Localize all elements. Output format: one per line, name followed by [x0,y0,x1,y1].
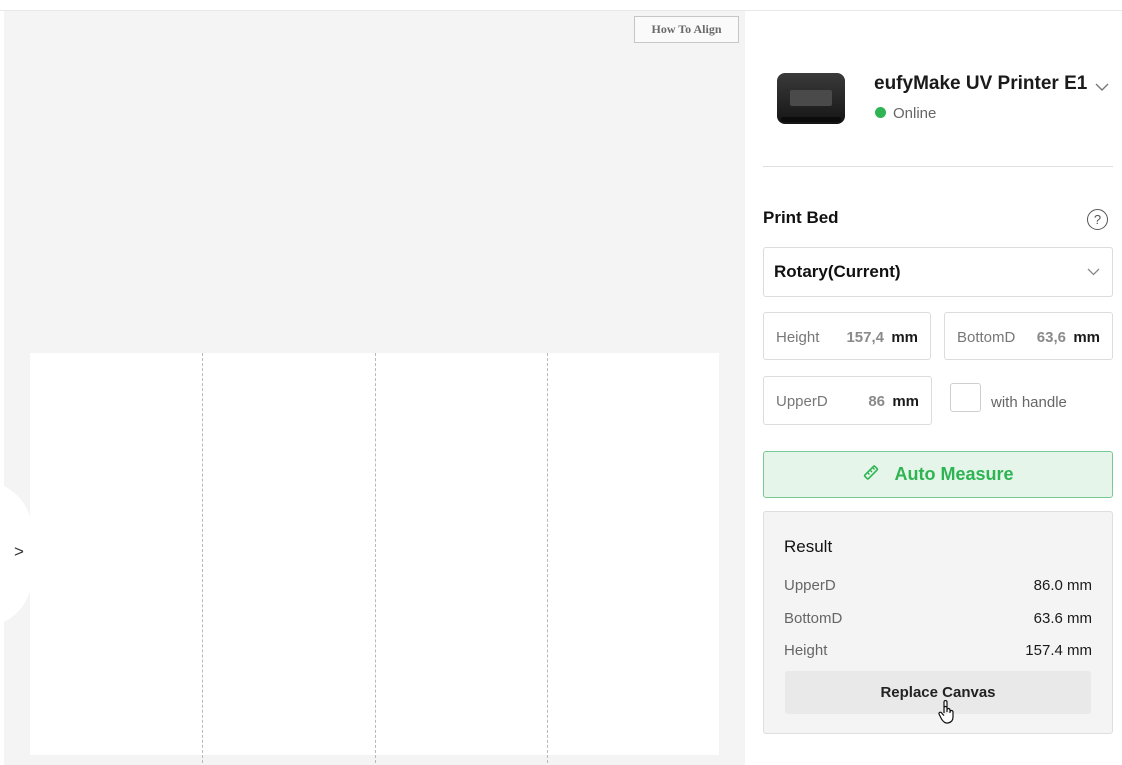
chevron-right-icon[interactable]: > [14,542,24,562]
result-key: Height [784,642,828,659]
with-handle-label: with handle [991,394,1067,411]
bottom-diameter-value[interactable]: 63,6 [1037,329,1066,346]
height-field[interactable]: Height 157,4 mm [763,312,931,360]
auto-measure-label: Auto Measure [894,464,1014,484]
segment-divider-2 [375,353,376,763]
hand-cursor-icon [938,699,956,730]
help-icon[interactable]: ? [1087,209,1108,230]
upper-diameter-value[interactable]: 86 [868,393,885,410]
upper-diameter-label: UpperD [776,393,828,410]
result-title: Result [784,537,833,556]
canvas-area[interactable]: How To Align > [0,11,745,765]
printer-screen [790,90,832,106]
auto-measure-button[interactable]: Auto Measure [763,451,1113,498]
printer-name[interactable]: eufyMake UV Printer E1 [874,73,1087,95]
upper-diameter-field[interactable]: UpperD 86 mm [763,376,932,425]
chevron-down-icon [1087,264,1100,279]
result-value: 63.6 mm [1033,610,1092,627]
height-value[interactable]: 157,4 [846,329,884,346]
segment-divider-1 [202,353,203,763]
bottom-diameter-field[interactable]: BottomD 63,6 mm [944,312,1113,360]
printer-device-image [777,73,845,124]
result-value: 86.0 mm [1033,577,1092,594]
segment-divider-3 [547,353,548,763]
result-key: BottomD [784,610,843,627]
how-to-align-button[interactable]: How To Align [634,16,739,43]
chevron-down-icon[interactable] [1095,79,1109,95]
bottom-diameter-label: BottomD [957,329,1016,346]
print-bed-select[interactable]: Rotary(Current) [763,247,1113,297]
with-handle-checkbox[interactable] [950,383,981,412]
height-unit: mm [891,329,918,346]
online-status-dot [875,107,886,118]
upper-diameter-unit: mm [892,393,919,410]
printer-base [781,117,841,122]
bottom-diameter-unit: mm [1073,329,1100,346]
result-key: UpperD [784,577,836,594]
print-bed-title: Print Bed [763,208,839,227]
settings-panel: eufyMake UV Printer E1 Online Print Bed … [745,11,1122,765]
height-label: Height [776,329,820,346]
print-canvas[interactable] [30,353,719,763]
printer-status: Online [893,105,937,122]
result-value: 157.4 mm [1025,642,1092,659]
ruler-pencil-icon [862,463,880,486]
print-bed-selected-value: Rotary(Current) [774,262,901,281]
divider [763,166,1113,167]
